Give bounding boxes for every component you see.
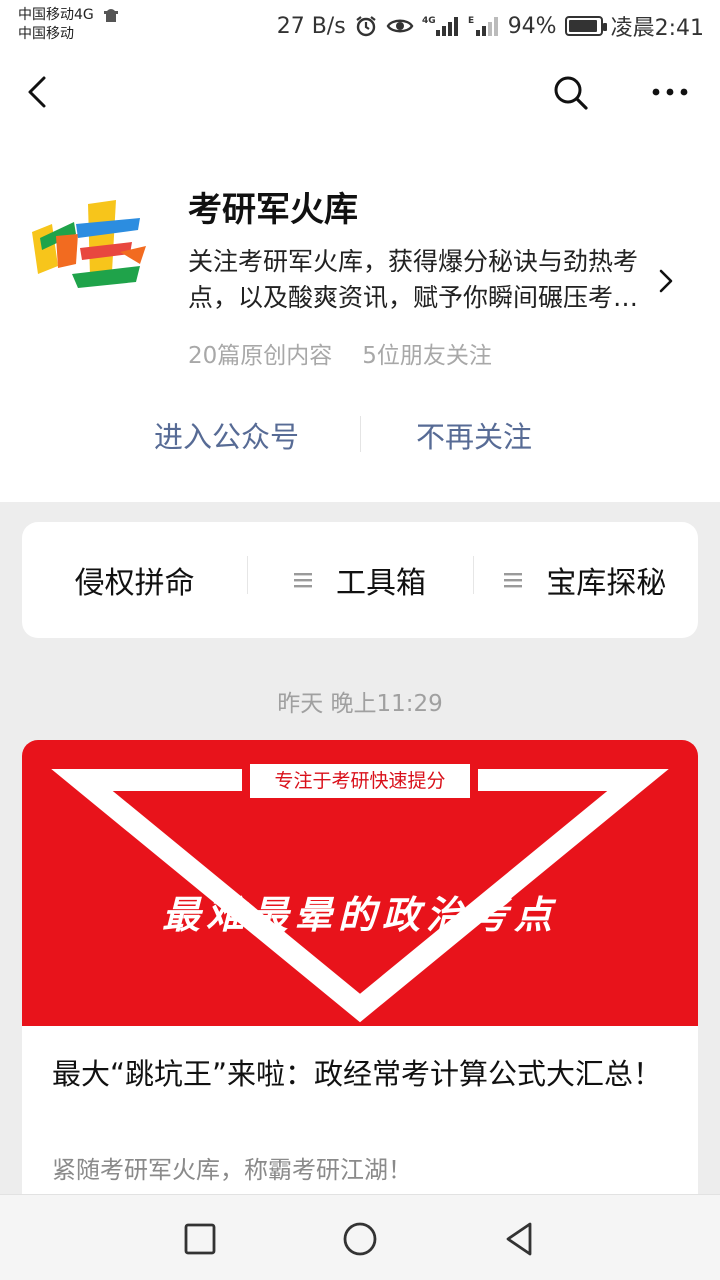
- cover-tag: 专注于考研快速提分: [250, 764, 470, 798]
- menu-item-rights[interactable]: 侵权拼命: [22, 558, 247, 602]
- top-nav: [0, 52, 720, 132]
- original-count: 20篇原创内容: [188, 343, 333, 369]
- menu-item-toolbox[interactable]: 工具箱: [247, 556, 472, 602]
- svg-text:4G: 4G: [422, 16, 436, 26]
- message-feed: 侵权拼命 工具箱 宝库探秘 昨天 晚上11:29 专注于考研快速提分 最难最晕的…: [0, 502, 720, 1210]
- battery-icon: [564, 16, 607, 36]
- account-profile: 考研军火库 关注考研军火库，获得爆分秘诀与劲热考点，以及酸爽资讯，赋予你瞬间碾压…: [0, 132, 720, 502]
- menu-item-label: 工具箱: [335, 566, 426, 601]
- article-title[interactable]: 最大“跳坑王”来啦：政经常考计算公式大汇总！: [52, 1052, 668, 1096]
- system-nav-bar: [0, 1194, 720, 1280]
- action-divider: [360, 416, 361, 452]
- menu-item-label: 宝库探秘: [546, 566, 667, 601]
- carrier-line-2: 中国移动: [18, 26, 74, 42]
- status-indicators: 27 B/s 4G E 94% 凌晨2:41: [277, 10, 704, 42]
- signal-e-icon: E: [468, 16, 498, 36]
- system-back-icon[interactable]: [500, 1219, 540, 1259]
- svg-text:E: E: [468, 16, 474, 26]
- enter-account-button[interactable]: 进入公众号: [154, 414, 299, 456]
- menu-lines-icon: [504, 573, 523, 588]
- more-icon[interactable]: [648, 74, 692, 110]
- recent-apps-icon[interactable]: [180, 1219, 220, 1259]
- home-icon[interactable]: [340, 1219, 380, 1259]
- battery-level: [568, 20, 597, 32]
- message-timestamp: 昨天 晚上11:29: [277, 691, 443, 717]
- eye-icon: [386, 19, 414, 33]
- carrier-info: 中国移动4G 中国移动: [18, 6, 120, 44]
- clock: 凌晨2:41: [610, 16, 704, 41]
- article-card[interactable]: 专注于考研快速提分 最难最晕的政治考点 最大“跳坑王”来啦：政经常考计算公式大汇…: [22, 740, 698, 1210]
- article-cover: 专注于考研快速提分 最难最晕的政治考点: [22, 740, 698, 1026]
- menu-item-label: 侵权拼命: [74, 566, 195, 601]
- ghost-icon: [103, 8, 118, 22]
- account-name: 考研军火库: [188, 190, 358, 230]
- article-subtitle: 紧随考研军火库，称霸考研江湖！: [52, 1156, 412, 1184]
- status-bar: 中国移动4G 中国移动 27 B/s 4G E 94% 凌晨2:41: [0, 0, 720, 52]
- back-icon[interactable]: [22, 74, 58, 110]
- account-menu: 侵权拼命 工具箱 宝库探秘: [22, 522, 698, 638]
- friends-following: 5位朋友关注: [362, 343, 492, 369]
- carrier-line-1: 中国移动4G: [18, 7, 94, 23]
- account-description[interactable]: 关注考研军火库，获得爆分秘诀与劲热考点，以及酸爽资讯，赋予你瞬间碾压考研的力量！: [188, 244, 650, 316]
- unfollow-button[interactable]: 不再关注: [416, 414, 532, 456]
- menu-lines-icon: [293, 573, 312, 588]
- net-speed: 27 B/s: [276, 13, 346, 39]
- alarm-icon: [356, 16, 376, 37]
- search-icon[interactable]: [550, 72, 590, 112]
- account-avatar[interactable]: [28, 194, 148, 294]
- account-actions: 进入公众号 不再关注: [0, 404, 720, 464]
- account-stats: 20篇原创内容 5位朋友关注: [188, 336, 492, 370]
- battery-percent: 94%: [507, 13, 557, 39]
- cover-title: 最难最晕的政治考点: [161, 892, 558, 937]
- menu-item-treasury[interactable]: 宝库探秘: [472, 556, 698, 602]
- signal-4g-icon: 4G: [422, 16, 458, 36]
- chevron-right-icon[interactable]: [655, 266, 679, 296]
